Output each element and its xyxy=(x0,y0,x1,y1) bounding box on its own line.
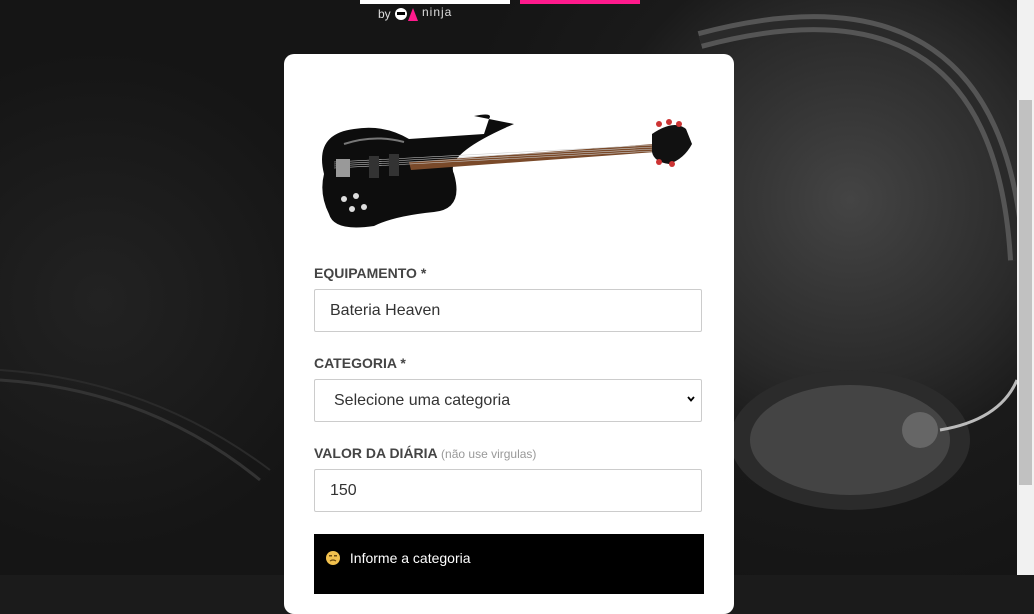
scrollbar-thumb[interactable] xyxy=(1019,100,1032,485)
toast-message: Informe a categoria xyxy=(349,550,471,566)
alert-toast: Informe a categoria xyxy=(314,534,704,594)
page-scrollbar[interactable] xyxy=(1017,0,1034,575)
equipment-label: EQUIPAMENTO * xyxy=(314,265,427,281)
equipment-input[interactable]: Bateria Heaven xyxy=(314,289,702,332)
logo-by-text: by xyxy=(378,7,391,21)
daily-value-label-text: VALOR DA DIÁRIA xyxy=(314,445,438,461)
category-label: CATEGORIA * xyxy=(314,355,406,371)
daily-value-hint: (não use virgulas) xyxy=(441,447,537,461)
daily-value-label: VALOR DA DIÁRIA (não use virgulas) xyxy=(314,445,536,461)
emoji-icon xyxy=(326,551,340,565)
logo-wordmark xyxy=(360,0,640,4)
category-selected-value: Selecione uma categoria xyxy=(334,392,511,409)
chevron-down-icon xyxy=(687,396,695,402)
site-logo[interactable]: by ninja xyxy=(350,0,650,26)
daily-value-input[interactable]: 150 xyxy=(314,469,702,512)
qa-ninja-logo xyxy=(395,8,418,21)
equipment-form-card: EQUIPAMENTO * Bateria Heaven CATEGORIA *… xyxy=(284,54,734,614)
category-select[interactable]: Selecione uma categoria xyxy=(314,379,702,422)
logo-brand-text: ninja xyxy=(422,5,453,19)
guitar-image xyxy=(322,114,692,228)
